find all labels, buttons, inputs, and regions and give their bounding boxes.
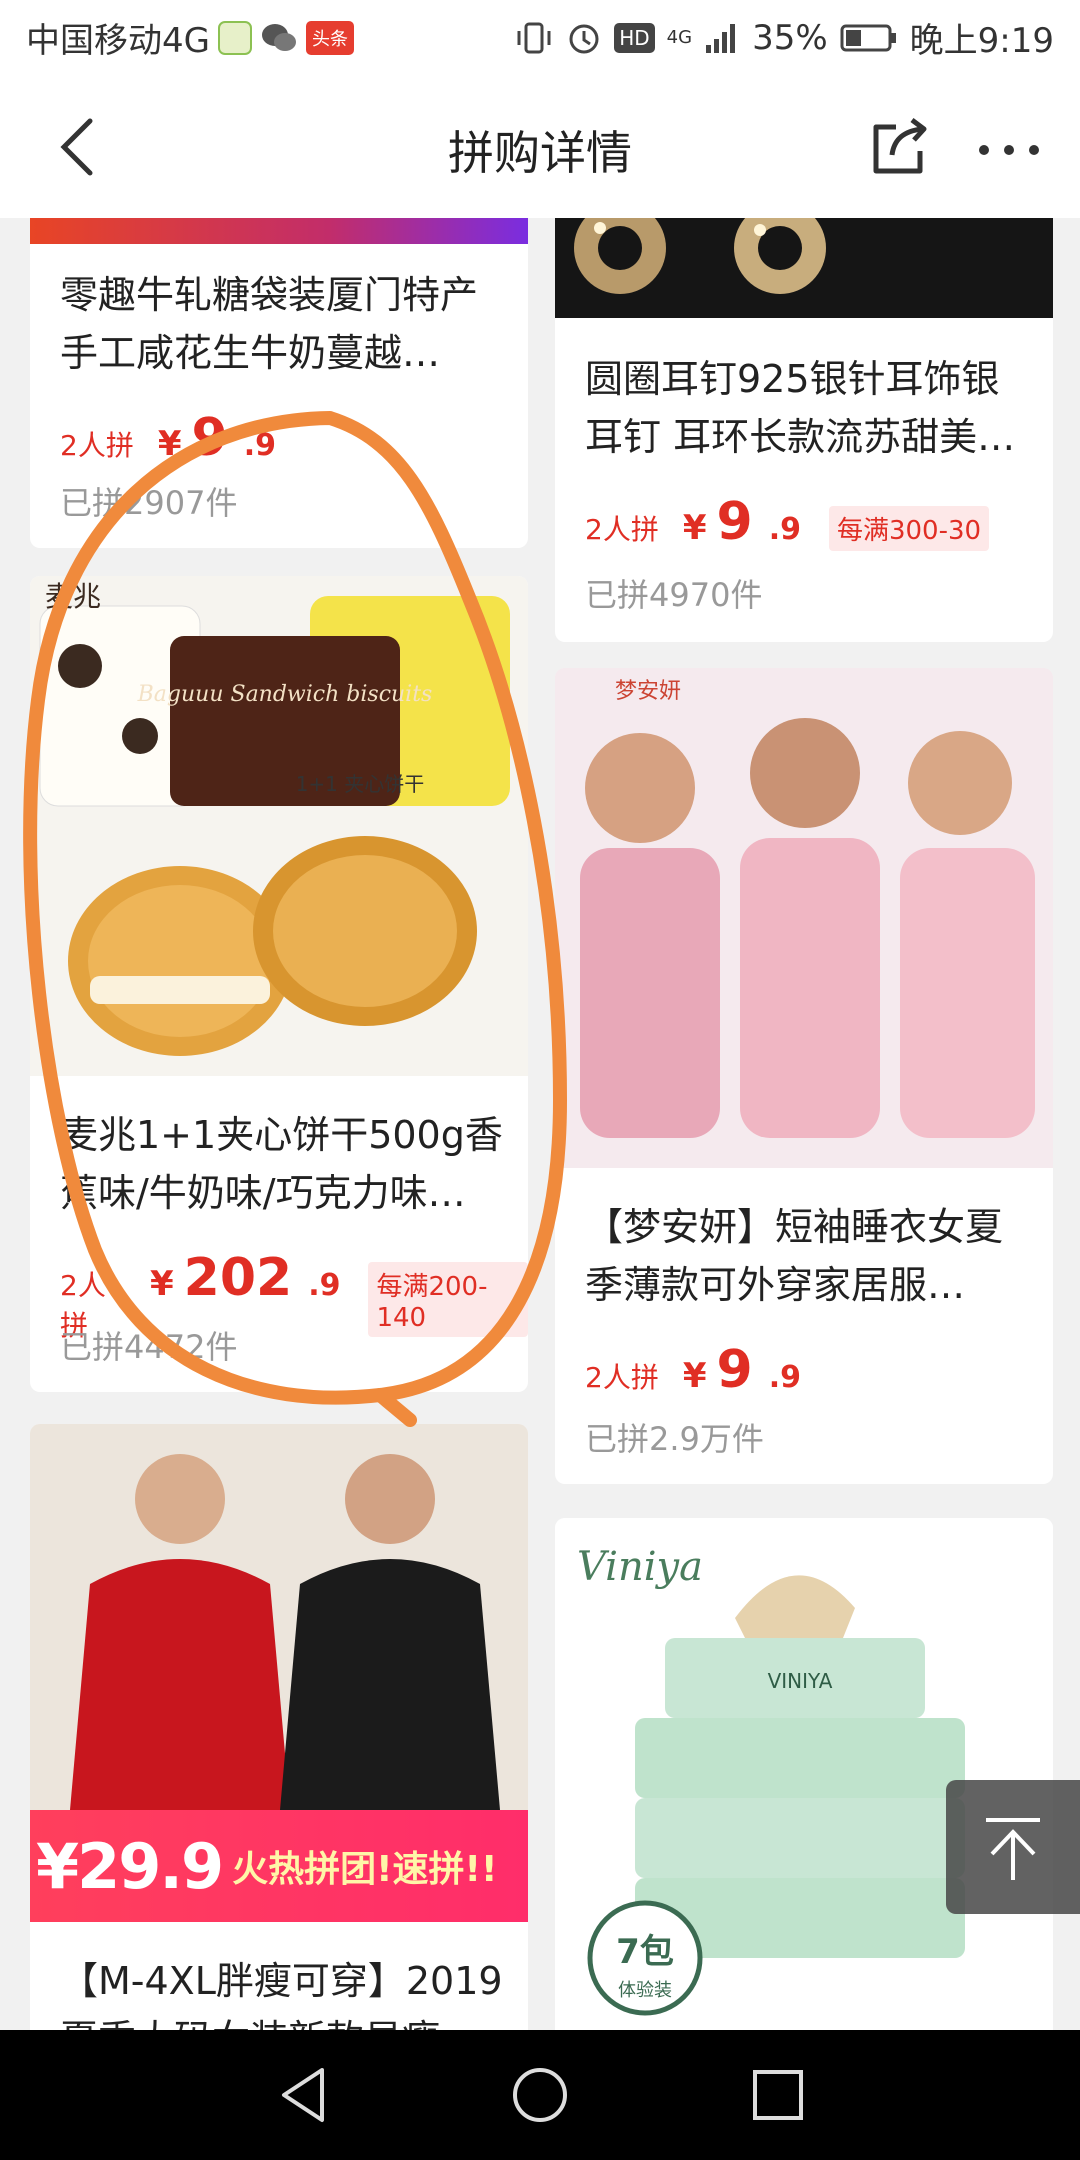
group-size: 2人拼 [60,429,134,462]
battery-percent: 35% [752,17,828,58]
product-grid: 零趣牛轧糖袋装厦门特产手工咸花生牛奶蔓越… 2人拼 ¥ 9 .9 已拼2907件… [0,218,1080,2030]
price-decimal: .9 [768,1360,801,1395]
network-label: 4G [666,27,693,48]
product-name: 圆圈耳钉925银针耳饰银耳钉 耳环长款流苏甜美… [585,357,1016,459]
price-decimal: .9 [308,1268,341,1303]
product-card-pajamas[interactable]: 梦安妍 【梦安妍】短袖睡衣女夏季薄款可外穿家居服… 2人拼 ¥ 9 .9 已拼2… [555,668,1053,1484]
product-image: ¥29.9 火热拼团!速拼!! [30,1424,528,1922]
battery-icon [840,24,896,51]
product-image: Viniya VINIYA 7包 体验装 [555,1518,1053,2030]
product-card-earrings[interactable]: 圆圈耳钉925银针耳饰银耳钉 耳环长款流苏甜美… 2人拼 ¥ 9 .9 每满30… [555,218,1053,642]
price-line: 2人拼 ¥ 9 .9 [60,408,276,468]
clock: 晚上9:19 [909,21,1054,61]
earring-image [574,218,826,294]
product-name: 麦兆1+1夹心饼干500g香蕉味/牛奶味/巧克力味… [60,1113,503,1215]
app-header: 拼购详情 [0,75,1080,218]
price-integer: 202 [183,1248,293,1308]
tissues-image: Viniya VINIYA 7包 体验装 [577,1544,965,2016]
carrier-label: 中国移动4G [26,21,210,61]
price-integer: 9 [716,492,753,552]
pajamas-image: 梦安妍 [555,668,1053,1168]
toutiao-icon: 头条 [305,20,354,55]
brand-logo: 麦兆 [45,580,101,613]
more-button[interactable] [976,130,1042,170]
banner-price: ¥29.9 [36,1829,224,1903]
promo-badge: 每满200-140 [368,1262,528,1337]
pack-count: 7包 [616,1932,674,1972]
pack-count-sub: 体验装 [618,1980,672,2001]
price-integer: 9 [191,408,228,468]
product-card-dresses[interactable]: ¥29.9 火热拼团!速拼!! 【M-4XL胖瘦可穿】2019夏季大码女装新款显… [30,1424,528,2030]
more-dots-icon [979,145,1039,155]
sold-count: 已拼2.9万件 [585,1420,764,1458]
currency-symbol: ¥ [682,1356,707,1396]
arrow-up-icon [986,1818,1040,1880]
back-to-top-button[interactable] [946,1780,1080,1914]
nav-back-icon[interactable] [272,2062,338,2128]
currency-symbol: ¥ [682,508,707,548]
biscuit-image: Baguuu Sandwich biscuits 1+1 夹心饼干 麦兆 [39,580,510,1056]
status-bar: 中国移动4G 头条 HD 4G 35% 晚上9:19 [0,0,1080,75]
pack-label: VINIYA [768,1669,833,1693]
sold-count: 已拼2907件 [60,484,238,522]
price-decimal: .9 [768,512,801,547]
product-image [555,218,1053,318]
sold-count: 已拼4472件 [60,1328,238,1366]
package-cn-label: 1+1 夹心饼干 [296,772,425,796]
price-integer: 9 [716,1340,753,1400]
brand-logo: 梦安妍 [615,679,681,704]
price-line: 2人拼 ¥ 9 .9 [585,1340,801,1400]
promo-badge: 每满300-30 [828,506,990,551]
product-card-tissues[interactable]: Viniya VINIYA 7包 体验装 [555,1518,1053,2030]
product-image [30,218,528,244]
price-line: 2人拼 ¥ 9 .9 每满300-30 [585,492,990,552]
brand-logo: Viniya [577,1544,703,1590]
wallet-icon [217,20,252,55]
wechat-icon [261,23,296,51]
currency-symbol: ¥ [157,424,182,464]
share-button[interactable] [866,115,932,181]
system-nav-bar [0,2030,1080,2160]
nav-recents-icon[interactable] [745,2062,811,2128]
product-image: Baguuu Sandwich biscuits 1+1 夹心饼干 麦兆 [30,576,528,1076]
product-name: 零趣牛轧糖袋装厦门特产手工咸花生牛奶蔓越… [60,273,479,375]
sold-count: 已拼4970件 [585,576,763,614]
promo-banner: ¥29.9 火热拼团!速拼!! [30,1810,528,1922]
group-size: 2人拼 [585,513,659,546]
alarm-icon [569,24,599,53]
product-name: 【M-4XL胖瘦可穿】2019夏季大码女装新款显瘦… [60,1959,503,2030]
hd-badge: HD [614,22,655,53]
signal-icon [706,23,736,53]
product-card-nougat[interactable]: 零趣牛轧糖袋装厦门特产手工咸花生牛奶蔓越… 2人拼 ¥ 9 .9 已拼2907件 [30,218,528,548]
dresses-image [30,1424,528,1810]
nav-home-icon[interactable] [507,2062,573,2128]
banner-text: 火热拼团!速拼!! [232,1849,498,1890]
share-icon [873,118,927,174]
product-image: 梦安妍 [555,668,1053,1168]
group-size: 2人拼 [585,1361,659,1394]
price-decimal: .9 [243,428,276,463]
product-name: 【梦安妍】短袖睡衣女夏季薄款可外穿家居服… [585,1205,1004,1307]
vibrate-icon [517,22,551,53]
product-card-biscuits[interactable]: Baguuu Sandwich biscuits 1+1 夹心饼干 麦兆 麦兆1… [30,576,528,1392]
currency-symbol: ¥ [149,1264,174,1304]
package-label: Baguuu Sandwich biscuits [137,682,433,707]
